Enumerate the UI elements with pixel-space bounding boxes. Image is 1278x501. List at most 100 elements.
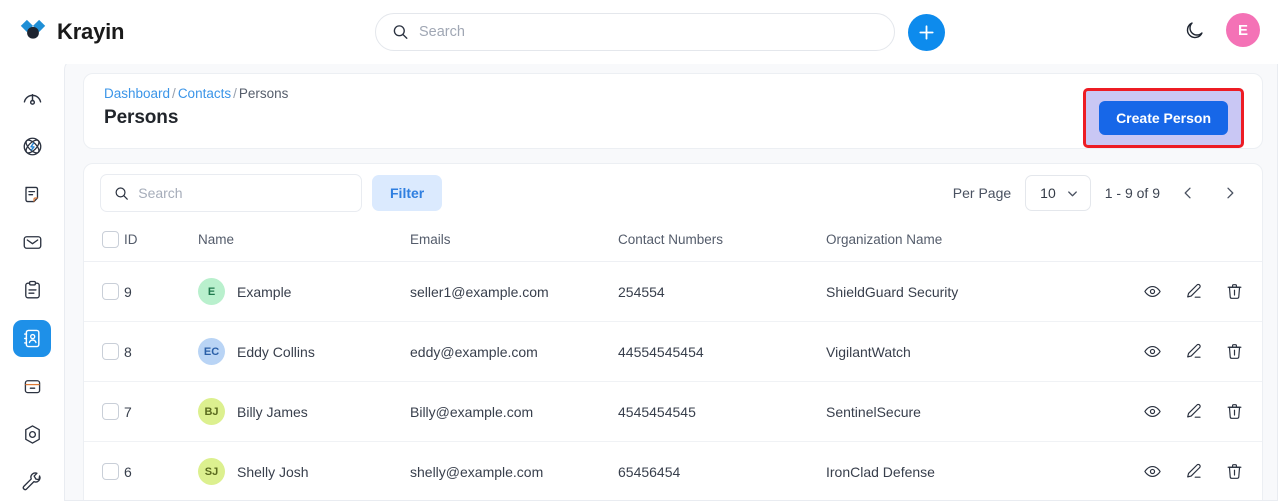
table-search[interactable]: [100, 174, 362, 212]
table-body: 9 E Example seller1@example.com 254554 Shield…: [84, 261, 1262, 500]
cell-email: shelly@example.com: [410, 441, 618, 500]
sidebar-item-contacts[interactable]: [13, 320, 51, 357]
column-header-emails[interactable]: Emails: [410, 222, 618, 262]
column-header-org[interactable]: Organization Name: [826, 222, 1132, 262]
row-checkbox[interactable]: [102, 283, 119, 300]
column-header-name[interactable]: Name: [198, 222, 410, 262]
edit-button[interactable]: [1184, 402, 1203, 421]
sidebar-item-mail[interactable]: [13, 224, 51, 261]
toolbar-left: Filter: [100, 174, 443, 212]
persons-table-card: Filter Per Page 10 1 - 9 of 9: [83, 163, 1263, 500]
delete-button[interactable]: [1225, 342, 1244, 361]
create-person-highlight: Create Person: [1083, 88, 1244, 148]
cell-id: 9: [124, 261, 198, 322]
gauge-icon: [23, 93, 41, 105]
breadcrumb: Dashboard / Contacts / Persons: [104, 86, 288, 101]
sidebar-item-products[interactable]: [13, 368, 51, 405]
delete-button[interactable]: [1225, 282, 1244, 301]
cell-actions: [1132, 441, 1262, 500]
document-icon: [24, 186, 38, 203]
sidebar-item-activities[interactable]: [13, 272, 51, 309]
column-header-id[interactable]: ID: [124, 222, 198, 262]
person-name: Shelly Josh: [237, 463, 309, 480]
moon-icon: [1186, 21, 1203, 38]
edit-button[interactable]: [1184, 282, 1203, 301]
contact-book-icon: [23, 329, 40, 348]
create-person-button[interactable]: Create Person: [1099, 101, 1228, 135]
cell-name: E Example: [198, 261, 410, 322]
view-button[interactable]: [1143, 402, 1162, 421]
cell-email: Billy@example.com: [410, 381, 618, 442]
header-actions: E: [1180, 13, 1260, 47]
sidebar-item-dashboard[interactable]: [13, 80, 51, 117]
breadcrumb-separator: /: [172, 86, 176, 101]
global-search[interactable]: [375, 13, 895, 51]
main-content: Dashboard / Contacts / Persons Persons Creat…: [64, 58, 1278, 501]
header-search-area: [375, 13, 945, 51]
prev-page-button[interactable]: [1174, 183, 1202, 203]
person-name: Example: [237, 283, 292, 300]
breadcrumb-dashboard[interactable]: Dashboard: [104, 86, 170, 101]
cell-name: SJ Shelly Josh: [198, 441, 410, 500]
cell-email: eddy@example.com: [410, 321, 618, 382]
view-button[interactable]: [1143, 462, 1162, 481]
row-select-cell: [84, 381, 124, 442]
search-icon: [393, 25, 408, 39]
table-head: ID Name Emails Contact Numbers Organizat…: [84, 222, 1262, 262]
table-search-input[interactable]: [138, 185, 348, 201]
sidebar-item-quotes[interactable]: [13, 176, 51, 213]
edit-icon: [1187, 283, 1201, 298]
select-all-checkbox[interactable]: [102, 231, 119, 248]
delete-button[interactable]: [1225, 402, 1244, 421]
avatar: EC: [198, 338, 225, 365]
edit-icon: [1187, 343, 1201, 358]
sidebar-item-leads[interactable]: [13, 128, 51, 165]
per-page-value: 10: [1040, 185, 1056, 201]
cell-id: 7: [124, 381, 198, 442]
sidebar-item-configuration[interactable]: [13, 464, 51, 501]
table-row[interactable]: 6 SJ Shelly Josh shelly@example.com 65456454…: [84, 441, 1262, 500]
edit-button[interactable]: [1184, 462, 1203, 481]
view-button[interactable]: [1143, 342, 1162, 361]
wrench-icon: [22, 472, 41, 491]
table-row[interactable]: 9 E Example seller1@example.com 254554 Shield…: [84, 261, 1262, 322]
row-checkbox[interactable]: [102, 343, 119, 360]
filter-button[interactable]: Filter: [372, 175, 443, 211]
table-toolbar: Filter Per Page 10 1 - 9 of 9: [84, 164, 1262, 222]
next-page-button[interactable]: [1216, 183, 1244, 203]
view-icon: [1144, 465, 1161, 478]
edit-button[interactable]: [1184, 342, 1203, 361]
cell-name: BJ Billy James: [198, 381, 410, 442]
page-header-left: Dashboard / Contacts / Persons Persons: [104, 86, 288, 129]
chevron-down-icon: [1067, 190, 1077, 196]
user-avatar[interactable]: E: [1226, 13, 1260, 47]
dark-mode-toggle[interactable]: [1180, 16, 1208, 44]
row-checkbox[interactable]: [102, 463, 119, 480]
avatar: E: [198, 278, 225, 305]
breadcrumb-contacts[interactable]: Contacts: [178, 86, 231, 101]
avatar: SJ: [198, 458, 225, 485]
edit-icon: [1187, 463, 1201, 478]
table-header-row: ID Name Emails Contact Numbers Organizat…: [84, 222, 1262, 262]
krayin-logo-icon: [20, 19, 46, 39]
per-page-label: Per Page: [952, 185, 1012, 201]
global-search-input[interactable]: [419, 24, 878, 40]
view-button[interactable]: [1143, 282, 1162, 301]
person-name: Billy James: [237, 403, 308, 420]
row-checkbox[interactable]: [102, 403, 119, 420]
page-title: Persons: [104, 107, 179, 128]
brand[interactable]: Krayin: [18, 17, 318, 47]
table-row[interactable]: 7 BJ Billy James Billy@example.com 454545454…: [84, 381, 1262, 442]
table-row[interactable]: 8 EC Eddy Collins eddy@example.com 445545454…: [84, 321, 1262, 382]
sidebar-item-settings[interactable]: [13, 416, 51, 453]
per-page-select[interactable]: 10: [1025, 175, 1091, 211]
cell-contact-number: 4545454545: [618, 381, 826, 442]
delete-button[interactable]: [1225, 462, 1244, 481]
quick-add-button[interactable]: [908, 13, 945, 51]
cell-id: 6: [124, 441, 198, 500]
delete-icon: [1227, 344, 1242, 359]
column-header-contact[interactable]: Contact Numbers: [618, 222, 826, 262]
cell-contact-number: 254554: [618, 261, 826, 322]
cell-organization: SentinelSecure: [826, 381, 1132, 442]
plus-icon: [919, 24, 934, 40]
